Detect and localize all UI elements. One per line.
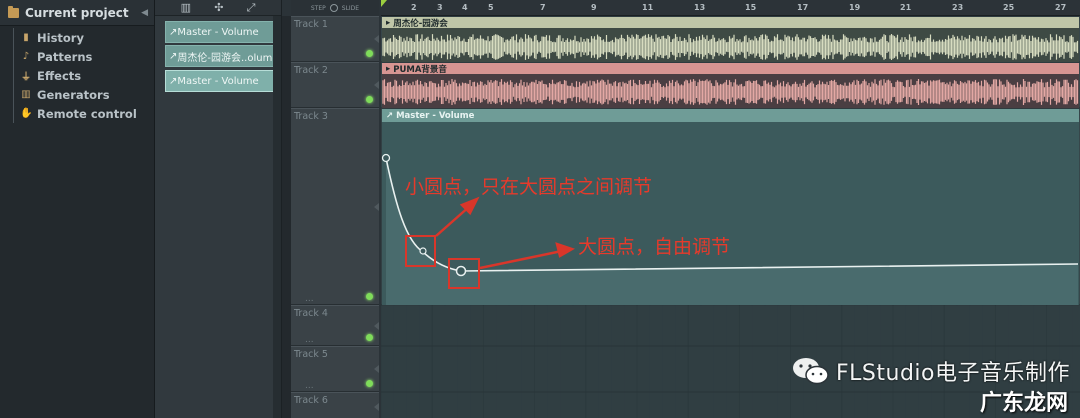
watermark-text: FLStudio电子音乐制作 (836, 361, 1070, 386)
browser-title: Current project (25, 5, 129, 20)
ruler-bar-label: 5 (488, 3, 494, 12)
clip-source-item[interactable]: ↗ 周杰伦-园游会..olume (165, 45, 275, 67)
automation-icon: ↗ (169, 26, 178, 38)
audio-clip-2-header[interactable]: ▸ PUMA背景音 (382, 63, 1079, 75)
hand-icon: ✋ (20, 108, 33, 119)
ruler-bar-label: 21 (900, 3, 912, 12)
annotation-big-point: 大圆点，自由调节 (578, 236, 731, 258)
ruler-bar-label: 7 (540, 3, 546, 12)
panel-divider (282, 16, 291, 418)
highlight-box-small-point (405, 235, 436, 267)
keyboard-icon: ▥ (21, 89, 31, 100)
automation-icon: ↗ (386, 110, 397, 121)
wechat-icon (792, 356, 830, 386)
ruler-bar-label: 9 (591, 3, 597, 12)
pattern-clip-icon[interactable]: ✣ (214, 1, 223, 14)
browser-item-remote-control[interactable]: ✋ Remote control (0, 104, 154, 123)
ruler-bar-label: 27 (1055, 3, 1067, 12)
track-header-2[interactable]: Track 2 (291, 62, 379, 108)
clip-source-item[interactable]: ↗ Master - Volume (165, 21, 275, 43)
note-icon: ♪ (22, 51, 30, 62)
track-header-3[interactable]: Track 3... (291, 108, 379, 305)
ruler-bar-label: 19 (849, 3, 861, 12)
plug-icon: ⏚ (21, 72, 31, 83)
audio-clip-icon[interactable]: ▥ (181, 1, 191, 14)
folder-icon (8, 5, 19, 18)
browser-item-history[interactable]: ▮ History (0, 28, 154, 47)
ruler-bar-label: 13 (694, 3, 706, 12)
track-enable-led[interactable] (366, 334, 373, 341)
track-header-6[interactable]: Track 6 (291, 392, 379, 418)
clip-arrow-icon: ▸ (386, 63, 394, 74)
ruler-bar-label: 25 (1003, 3, 1015, 12)
track-enable-led[interactable] (366, 50, 373, 57)
ruler-bar-label: 17 (797, 3, 809, 12)
collapse-arrow-icon[interactable]: ◀ (141, 8, 148, 18)
audio-clip-1-header[interactable]: ▸ 周杰伦-园游会 (382, 17, 1079, 29)
automation-clip-header[interactable]: ↗ Master - Volume (382, 109, 1079, 122)
track-headers: Track 1 Track 2 Track 3... Track 4... Tr… (291, 16, 379, 418)
track-header-4[interactable]: Track 4... (291, 305, 379, 346)
ruler-bar-label: 11 (642, 3, 654, 12)
clip-source-item-selected[interactable]: ↗ Master - Volume (165, 70, 275, 92)
browser-header[interactable]: Current project ◀ (0, 0, 154, 26)
ruler-bar-label: 23 (952, 3, 964, 12)
browser-panel: Current project ◀ ▮ History ♪ Patterns ⏚ Ef… (0, 0, 155, 418)
browser-item-effects[interactable]: ⏚ Effects (0, 66, 154, 85)
snap-knob-icon[interactable] (329, 4, 338, 12)
clip-source-scrollbar[interactable] (273, 16, 281, 418)
ruler-bar-label: 2 (411, 3, 417, 12)
track-enable-led[interactable] (366, 380, 373, 387)
history-icon: ▮ (23, 32, 29, 43)
annotation-small-point: 小圆点，只在大圆点之间调节 (405, 176, 653, 198)
track-header-5[interactable]: Track 5... (291, 346, 379, 392)
track-header-1[interactable]: Track 1 (291, 16, 379, 62)
ruler-bar-label: 3 (437, 3, 443, 12)
playhead-marker-icon[interactable] (381, 0, 387, 7)
browser-item-generators[interactable]: ▥ Generators (0, 85, 154, 104)
automation-icon: ↗ (169, 75, 178, 87)
clip-source-panel: ▥ ✣ ⤢ ↗ Master - Volume ↗ 周杰伦-园游会..olume ↗… (155, 0, 282, 418)
ruler-bar-label: 15 (745, 3, 757, 12)
track-enable-led[interactable] (366, 96, 373, 103)
site-watermark: 广东龙网 (979, 390, 1068, 416)
ruler-bar-label: 4 (462, 3, 468, 12)
browser-item-patterns[interactable]: ♪ Patterns (0, 47, 154, 66)
watermark: FLStudio电子音乐制作 (792, 355, 1070, 387)
step-slide-toggle[interactable]: STEP SLIDE (291, 0, 379, 16)
automation-icon: ↗ (169, 50, 178, 62)
track-enable-led[interactable] (366, 293, 373, 300)
automation-clip-icon[interactable]: ⤢ (247, 1, 256, 15)
highlight-box-big-point (448, 258, 480, 289)
timeline-ruler[interactable]: 2 3 4 5 7 9 11 13 15 17 19 21 23 25 27 (381, 0, 1080, 16)
clip-arrow-icon: ▸ (386, 17, 394, 28)
clip-source-toolbar: ▥ ✣ ⤢ (155, 0, 281, 16)
browser-list: ▮ History ♪ Patterns ⏚ Effects ▥ Generators … (0, 26, 154, 123)
automation-point-start (381, 153, 391, 163)
